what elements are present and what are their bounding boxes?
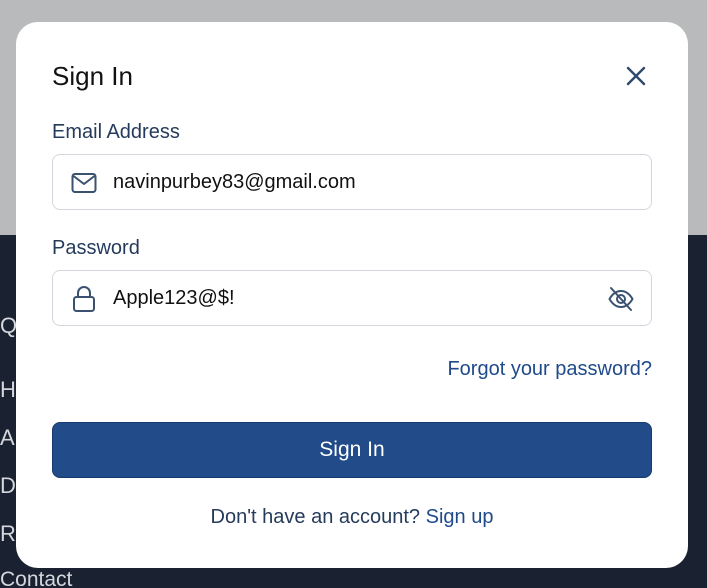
email-field[interactable]	[52, 154, 652, 210]
password-label: Password	[52, 237, 140, 259]
footer-link-partial: R	[0, 521, 16, 546]
signup-link[interactable]: Sign up	[426, 506, 494, 528]
footer-contact-link: Contact	[0, 568, 73, 588]
modal-title: Sign In	[52, 61, 133, 91]
close-button[interactable]	[622, 62, 650, 90]
footer-link-partial: A	[0, 425, 15, 450]
email-label: Email Address	[52, 121, 180, 143]
forgot-password-link[interactable]: Forgot your password?	[447, 356, 652, 382]
footer-link-partial: D	[0, 473, 16, 498]
footer-link-partial: H	[0, 377, 16, 402]
mail-icon	[70, 169, 98, 197]
close-icon	[626, 66, 646, 86]
password-input[interactable]	[113, 285, 583, 311]
signin-modal: Sign In Email Address Password	[16, 22, 688, 568]
signin-button[interactable]: Sign In	[52, 422, 652, 478]
lock-icon	[70, 285, 98, 313]
footer-link-partial: Q	[0, 313, 18, 338]
email-input[interactable]	[113, 169, 583, 195]
password-field[interactable]	[52, 270, 652, 326]
signup-prompt: Don't have an account?	[210, 506, 421, 528]
toggle-password-visibility-button[interactable]	[606, 284, 636, 314]
signup-row: Don't have an account? Sign up	[16, 504, 688, 530]
page-backdrop: Q H A D R Contact Sign In Email Address …	[0, 0, 707, 588]
eye-off-icon	[608, 287, 634, 311]
